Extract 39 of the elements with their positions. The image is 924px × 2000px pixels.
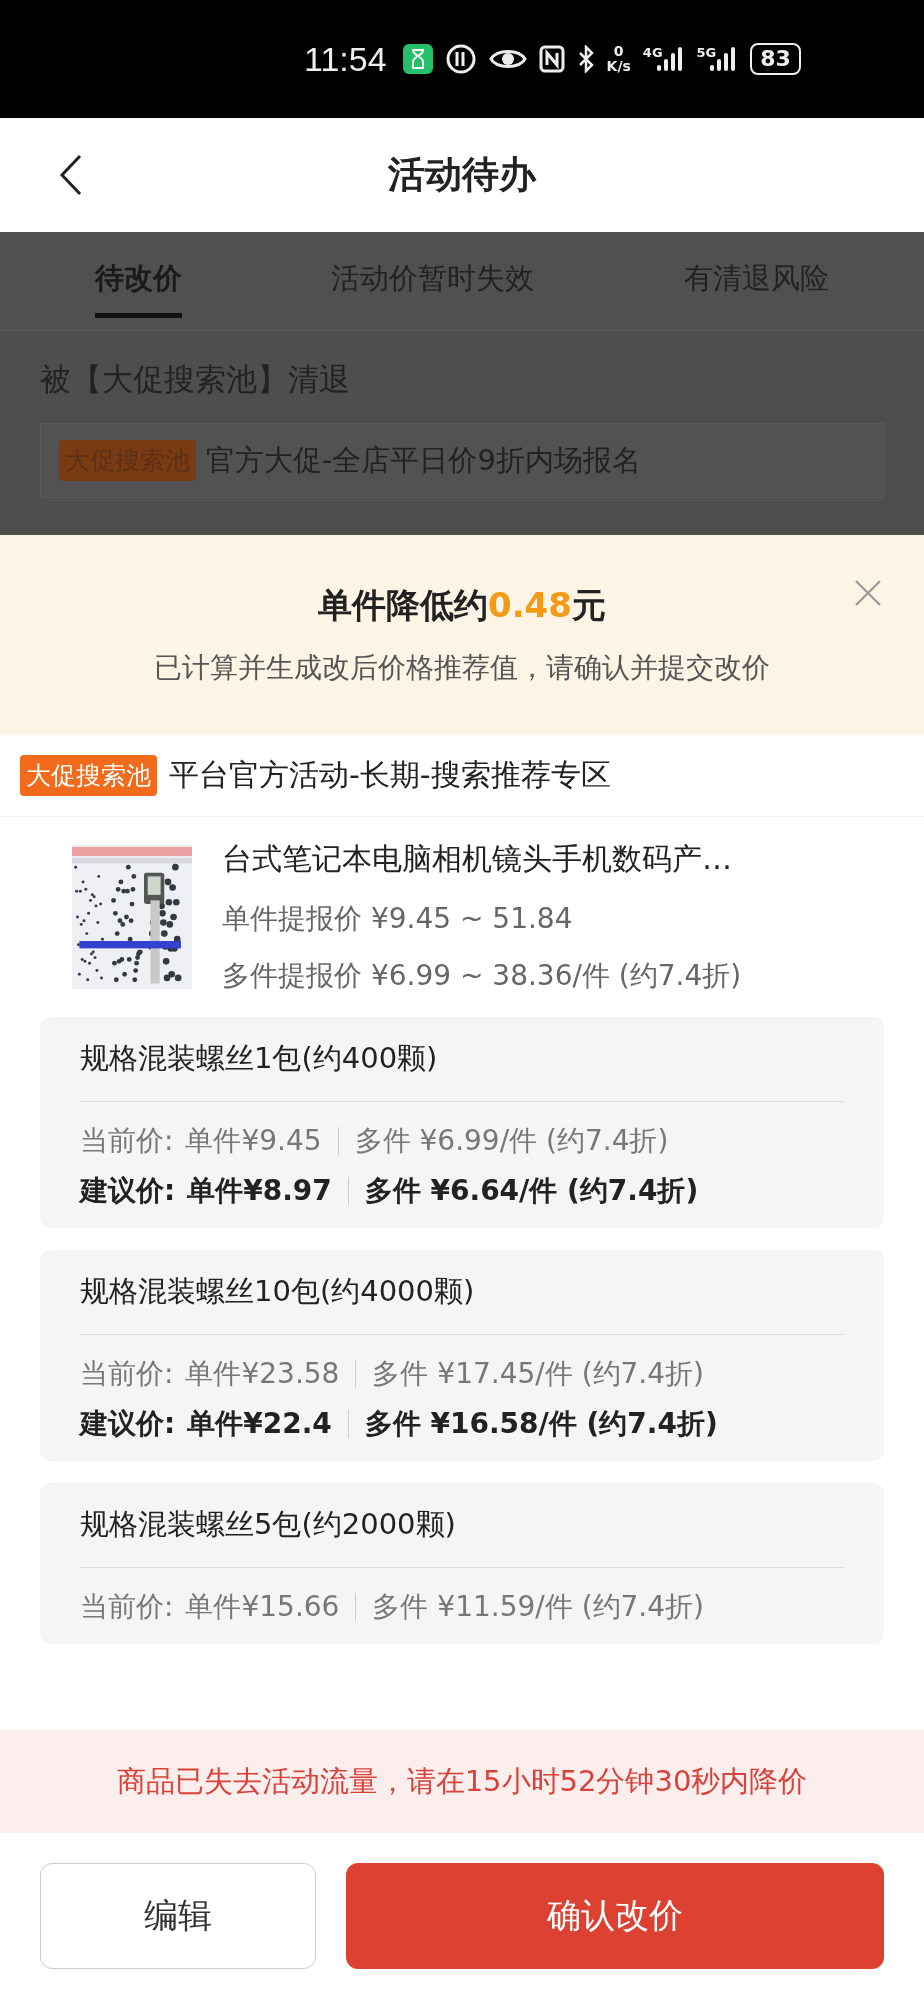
close-icon[interactable] <box>854 579 882 607</box>
page-title: 活动待办 <box>388 152 536 198</box>
multi-price: 多件 ¥11.59/件 (约7.4折) <box>372 1589 704 1625</box>
sku-name: 规格混装螺丝10包(约4000颗) <box>80 1273 476 1310</box>
hourglass-icon <box>402 44 433 74</box>
warning-banner: 商品已失去活动流量，请在15小时52分钟30秒内降价 <box>0 1730 924 1833</box>
network-type: 5G <box>696 45 717 60</box>
product-title[interactable]: 台式笔记本电脑相机镜头手机数码产… <box>222 839 742 880</box>
single-price: 单件¥23.58 <box>185 1356 340 1392</box>
single-price: 单件¥8.97 <box>187 1173 332 1209</box>
multi-price-range: 多件提报价 ¥6.99 ~ 38.36/件 (约7.4折) <box>222 958 742 994</box>
price-label: 当前价: <box>80 1356 174 1392</box>
multi-price: 多件 ¥16.58/件 (约7.4折) <box>364 1406 718 1442</box>
network-speed: 0 K/s <box>606 44 631 74</box>
edit-button[interactable]: 编辑 <box>40 1863 316 1969</box>
sku-name: 规格混装螺丝5包(约2000颗) <box>80 1506 457 1543</box>
price-label: 建议价: <box>80 1173 176 1209</box>
subtitle: 已计算并生成改后价格推荐值，请确认并提交改价 <box>154 650 770 686</box>
single-price-range: 单件提报价 ¥9.45 ~ 51.84 <box>222 900 574 937</box>
single-price: 单件¥15.66 <box>185 1589 340 1625</box>
single-price: 单件¥9.45 <box>185 1123 322 1159</box>
multi-price: 多件 ¥6.64/件 (约7.4折) <box>364 1173 699 1209</box>
multi-price: 多件 ¥6.99/件 (约7.4折) <box>354 1123 669 1159</box>
activity-name: 平台官方活动-长期-搜索推荐专区 <box>169 756 611 794</box>
battery-indicator: 83 <box>750 43 801 75</box>
headline: 单件降低约0.48元 <box>318 584 606 627</box>
price-label: 当前价: <box>80 1589 174 1625</box>
clock: 11:54 <box>304 39 387 79</box>
single-price: 单件¥22.4 <box>187 1406 332 1442</box>
confirm-button[interactable]: 确认改价 <box>346 1863 884 1969</box>
network-type: 4G <box>642 45 663 60</box>
multi-price: 多件 ¥17.45/件 (约7.4折) <box>372 1356 704 1392</box>
bluetooth-icon <box>576 45 595 73</box>
nfc-icon <box>538 45 565 73</box>
back-icon[interactable] <box>58 153 84 197</box>
activity-tag: 大促搜索池 <box>20 755 157 796</box>
price-label: 当前价: <box>80 1123 174 1159</box>
price-label: 建议价: <box>80 1406 176 1442</box>
sku-name: 规格混装螺丝1包(约400颗) <box>80 1040 439 1077</box>
